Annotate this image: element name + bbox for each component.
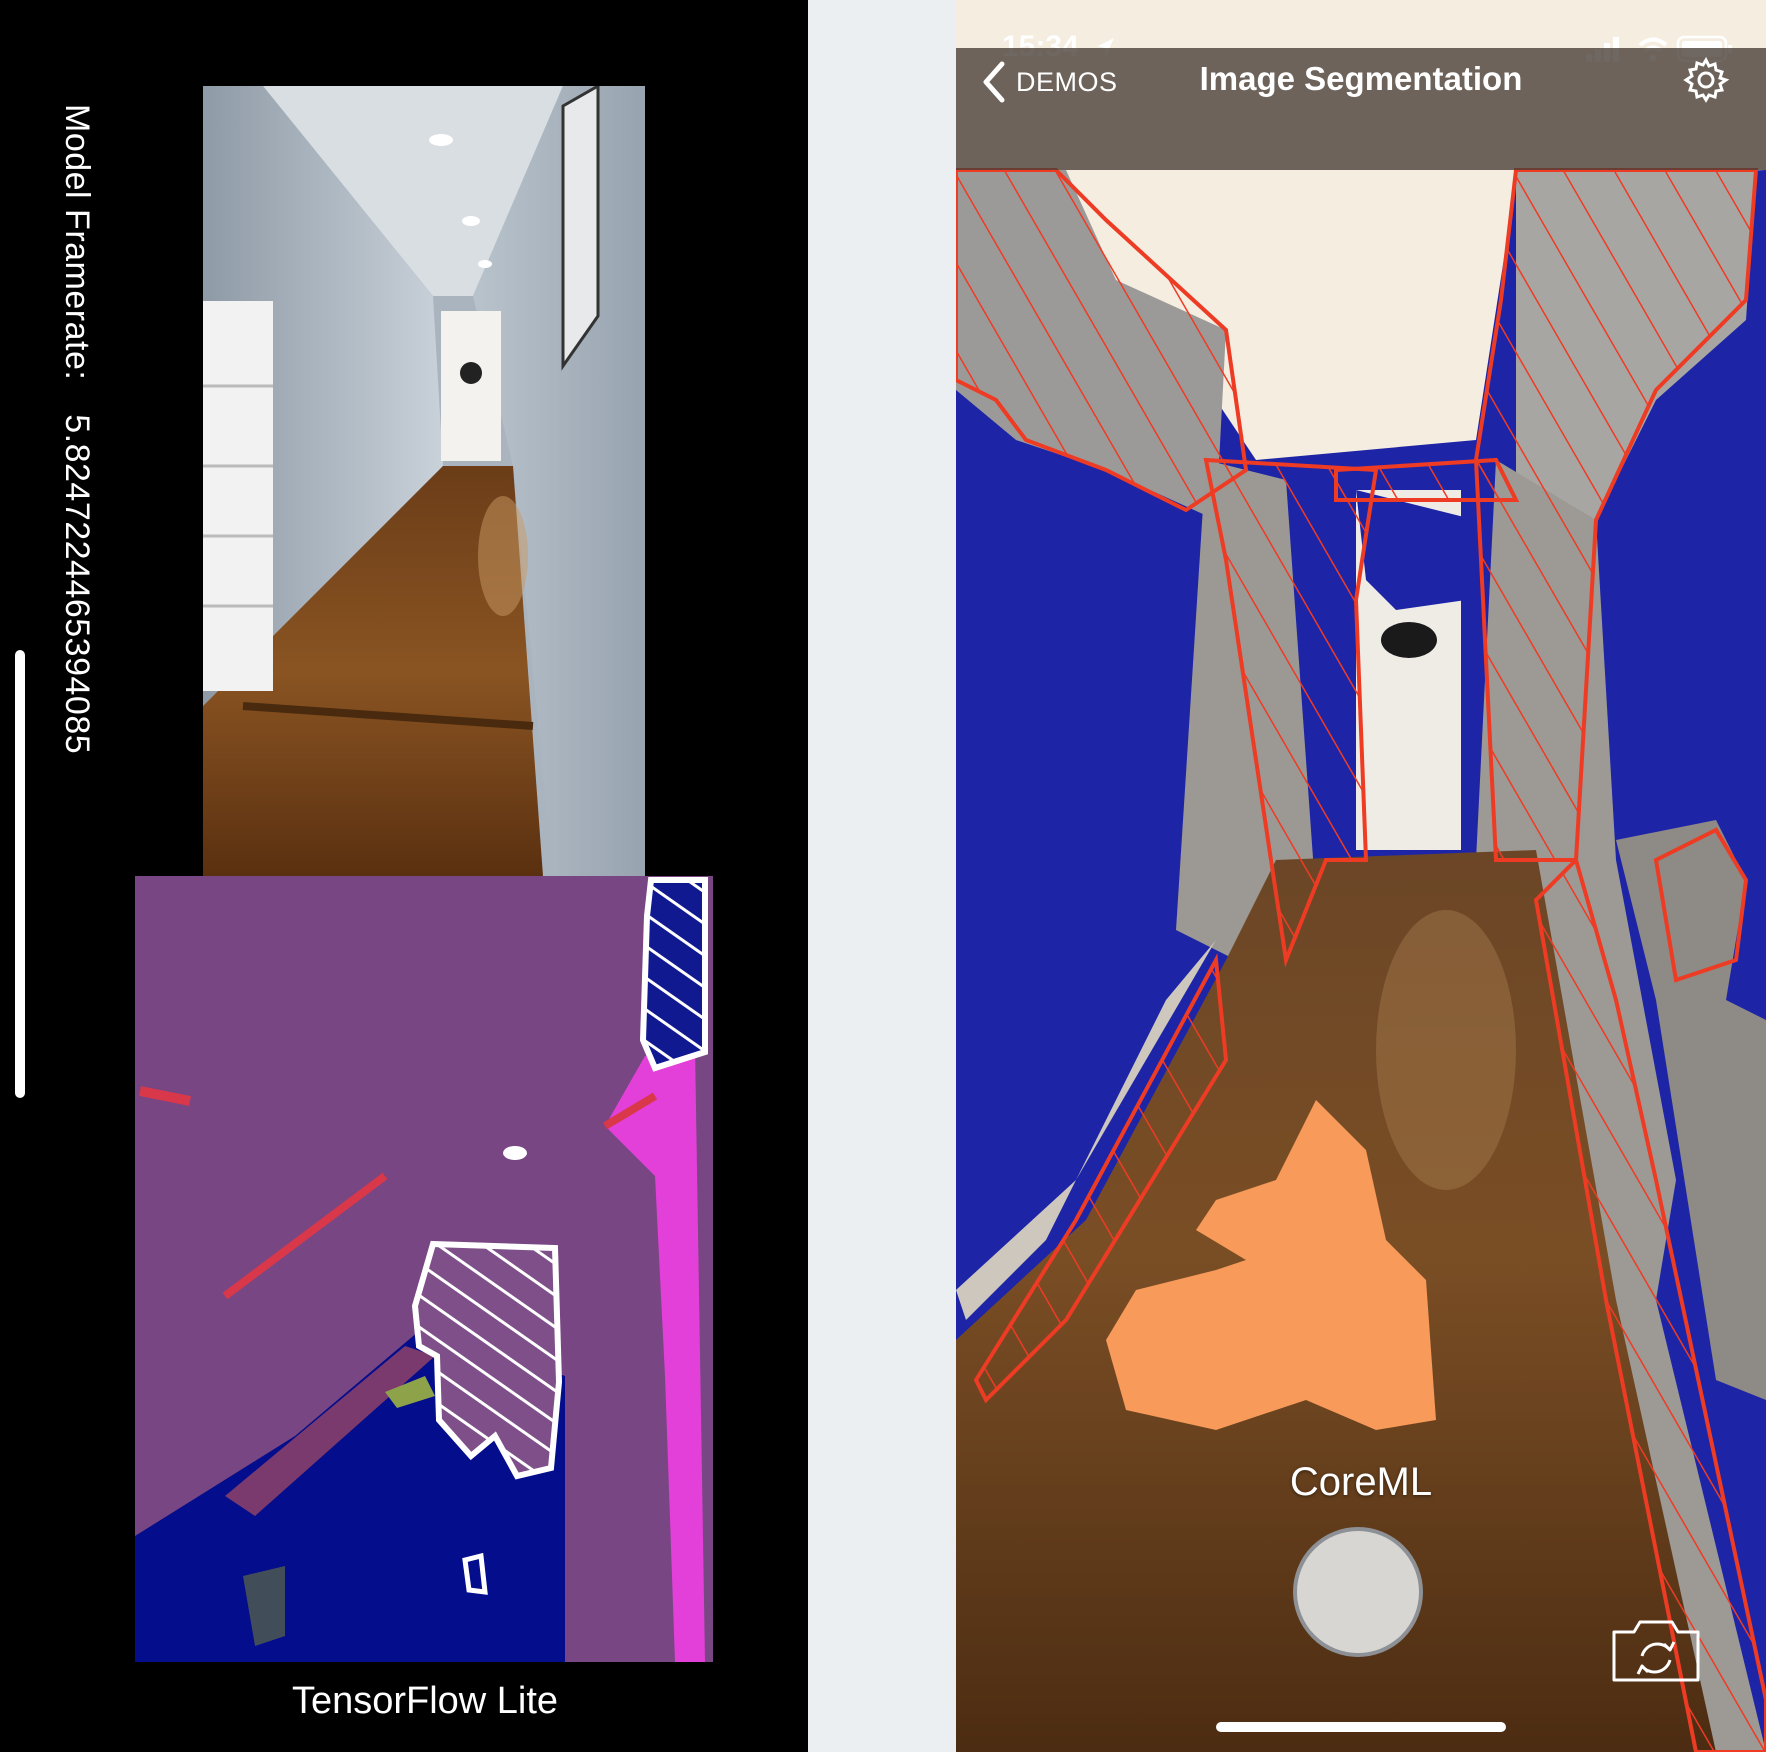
home-indicator xyxy=(15,650,25,1098)
segmentation-mask-drawing xyxy=(135,876,713,1662)
camera-preview-image xyxy=(203,86,645,876)
shutter-button[interactable] xyxy=(1293,1527,1423,1657)
panel-divider xyxy=(808,0,956,1752)
tflite-segmentation-mask xyxy=(135,876,713,1662)
framerate-value: 5.82472244653940​85 xyxy=(58,414,96,755)
coreml-model-label: CoreML xyxy=(1289,1460,1433,1504)
framerate-label: Model Framerate: xyxy=(58,104,96,381)
model-framerate-readout: Model Framerate: 5.82472244653940​85 xyxy=(57,104,96,754)
page-title: Image Segmentation xyxy=(1199,60,1523,97)
home-indicator xyxy=(1216,1722,1506,1732)
tflite-model-label: TensorFlow Lite xyxy=(291,1680,559,1722)
status-bar: 15:34 xyxy=(956,0,1766,63)
tflite-phone-screen: Model Framerate: 5.82472244653940​85 xyxy=(0,0,808,1752)
gear-icon[interactable] xyxy=(1682,56,1730,104)
camera-switch-icon[interactable] xyxy=(1608,1616,1704,1686)
coreml-phone-screen: 15:34 DEMOS Image Segmentation CoreML xyxy=(956,0,1766,1752)
hallway-photo xyxy=(203,86,645,876)
